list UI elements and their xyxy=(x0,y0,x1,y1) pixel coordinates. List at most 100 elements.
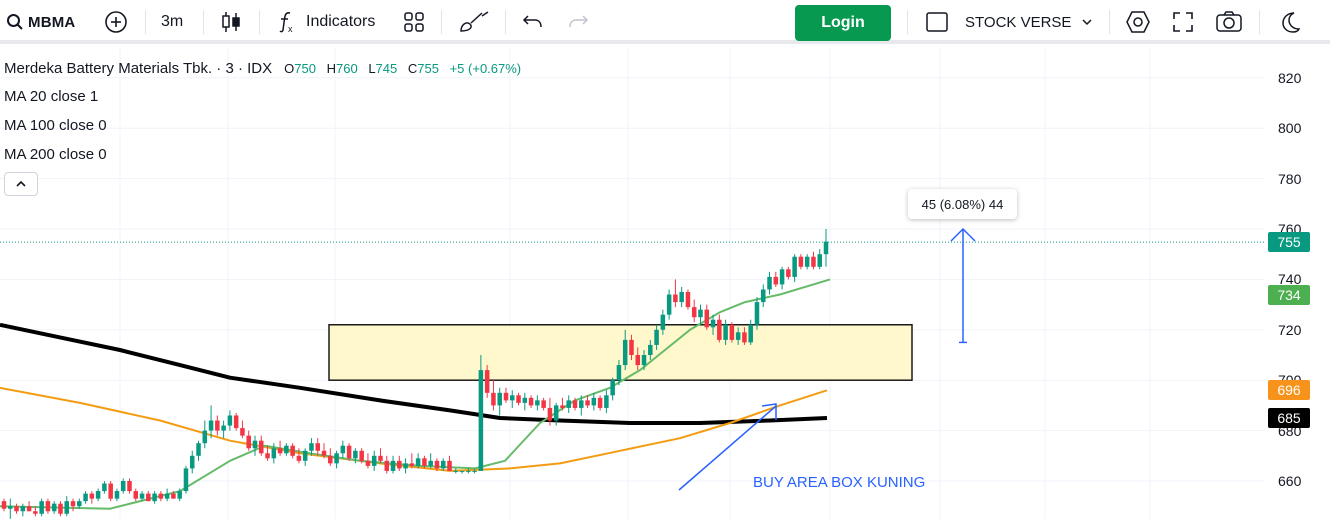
measure-arrow[interactable] xyxy=(950,227,976,344)
candle-body xyxy=(560,405,565,408)
low-key: L xyxy=(368,61,376,76)
toolbar-separator xyxy=(259,10,260,34)
candle-body xyxy=(114,491,120,499)
chart-legend: Merdeka Battery Materials Tbk. · 3 · IDX… xyxy=(4,60,521,77)
candle-body xyxy=(698,309,703,318)
candle-body xyxy=(673,294,678,303)
candle-body xyxy=(252,440,258,449)
candle-body xyxy=(447,460,452,471)
fullscreen-button[interactable] xyxy=(1171,0,1195,44)
candle-body xyxy=(409,463,415,466)
plus-circle-icon xyxy=(105,11,127,33)
ma100-price-tag: 696 xyxy=(1268,380,1310,401)
drawing-toolbar-button[interactable] xyxy=(458,0,492,44)
candle-body xyxy=(566,400,571,408)
chart-type-button[interactable] xyxy=(220,0,242,44)
candle-body xyxy=(742,332,747,343)
settings-icon xyxy=(1126,11,1150,33)
candle-body xyxy=(95,491,101,499)
symbol-search[interactable]: MBMA xyxy=(6,0,75,44)
grid-icon xyxy=(404,12,424,32)
candle-body xyxy=(415,458,421,466)
candle-body xyxy=(284,445,289,454)
candle-body xyxy=(45,501,51,512)
screenshot-button[interactable] xyxy=(1215,0,1243,44)
candle-body xyxy=(729,324,735,340)
brush-icon xyxy=(460,11,489,32)
candle-body xyxy=(127,481,132,492)
interval-button[interactable]: 3m xyxy=(161,0,183,44)
measure-label: 45 (6.08%) 44 xyxy=(908,189,1017,219)
ma100-line xyxy=(0,386,828,472)
candle-body xyxy=(39,501,44,514)
candle-body xyxy=(189,455,195,469)
indicators-button[interactable]: x Indicators xyxy=(276,0,375,44)
candle-body xyxy=(528,397,534,406)
camera-icon xyxy=(1216,11,1242,32)
candle-body xyxy=(77,501,82,507)
candle-body xyxy=(227,415,233,426)
candle-body xyxy=(422,458,427,466)
svg-text:x: x xyxy=(288,24,293,34)
legend-collapse-button[interactable] xyxy=(4,172,38,196)
ma20-price-tag: 734 xyxy=(1268,284,1310,305)
legend-ma100[interactable]: MA 100 close 0 xyxy=(4,117,107,134)
candle-body xyxy=(33,511,38,514)
redo-button[interactable] xyxy=(567,0,589,44)
candle-body xyxy=(271,448,277,459)
candle-body xyxy=(208,420,214,431)
candle-body xyxy=(629,339,634,355)
candle-body xyxy=(26,506,32,512)
layout-checkbox[interactable] xyxy=(925,0,949,44)
price-chart[interactable] xyxy=(0,48,1330,519)
candle-body xyxy=(779,269,785,285)
candle-body xyxy=(754,302,760,325)
toolbar-separator xyxy=(441,10,442,34)
compare-button[interactable] xyxy=(104,0,128,44)
candle-body xyxy=(378,455,383,461)
candle-body xyxy=(328,455,333,464)
candle-body xyxy=(102,483,107,492)
login-button[interactable]: Login xyxy=(795,5,891,41)
buy-area-label: BUY AREA BOX KUNING xyxy=(753,474,926,491)
candle-body xyxy=(553,405,559,421)
candle-body xyxy=(723,324,728,340)
legend-ma200[interactable]: MA 200 close 0 xyxy=(4,146,107,163)
candle-body xyxy=(171,493,176,499)
candle-body xyxy=(296,455,302,461)
candle-body xyxy=(710,319,716,328)
toolbar-separator xyxy=(1259,10,1260,34)
price-tick: 780 xyxy=(1278,170,1302,187)
candle-body xyxy=(233,415,239,429)
candle-body xyxy=(428,460,433,466)
theme-toggle[interactable] xyxy=(1279,0,1301,44)
moon-icon xyxy=(1282,12,1301,33)
settings-button[interactable] xyxy=(1125,0,1151,44)
candle-body xyxy=(196,443,201,456)
function-icon: x xyxy=(279,12,293,34)
toolbar-separator xyxy=(203,10,204,34)
open-value: 750 xyxy=(294,61,316,76)
candle-body xyxy=(89,493,95,499)
candle-body xyxy=(8,506,13,509)
templates-button[interactable] xyxy=(403,0,425,44)
candle-body xyxy=(622,339,628,366)
redo-icon xyxy=(569,15,589,28)
undo-icon xyxy=(522,15,542,28)
candle-body xyxy=(83,493,88,502)
candle-body xyxy=(340,445,346,454)
candle-body xyxy=(240,428,245,436)
candle-body xyxy=(610,380,615,396)
toolbar-separator xyxy=(505,10,506,34)
candle-body xyxy=(202,430,208,444)
candle-body xyxy=(579,400,584,408)
legend-ma20[interactable]: MA 20 close 1 xyxy=(4,88,98,105)
candle-body xyxy=(648,344,653,355)
undo-button[interactable] xyxy=(522,0,544,44)
high-key: H xyxy=(326,61,336,76)
candle-body xyxy=(1,501,7,509)
toolbar-separator xyxy=(145,10,146,34)
candle-body xyxy=(346,445,352,459)
layout-menu[interactable]: STOCK VERSE xyxy=(965,0,1093,44)
candle-body xyxy=(760,289,766,303)
